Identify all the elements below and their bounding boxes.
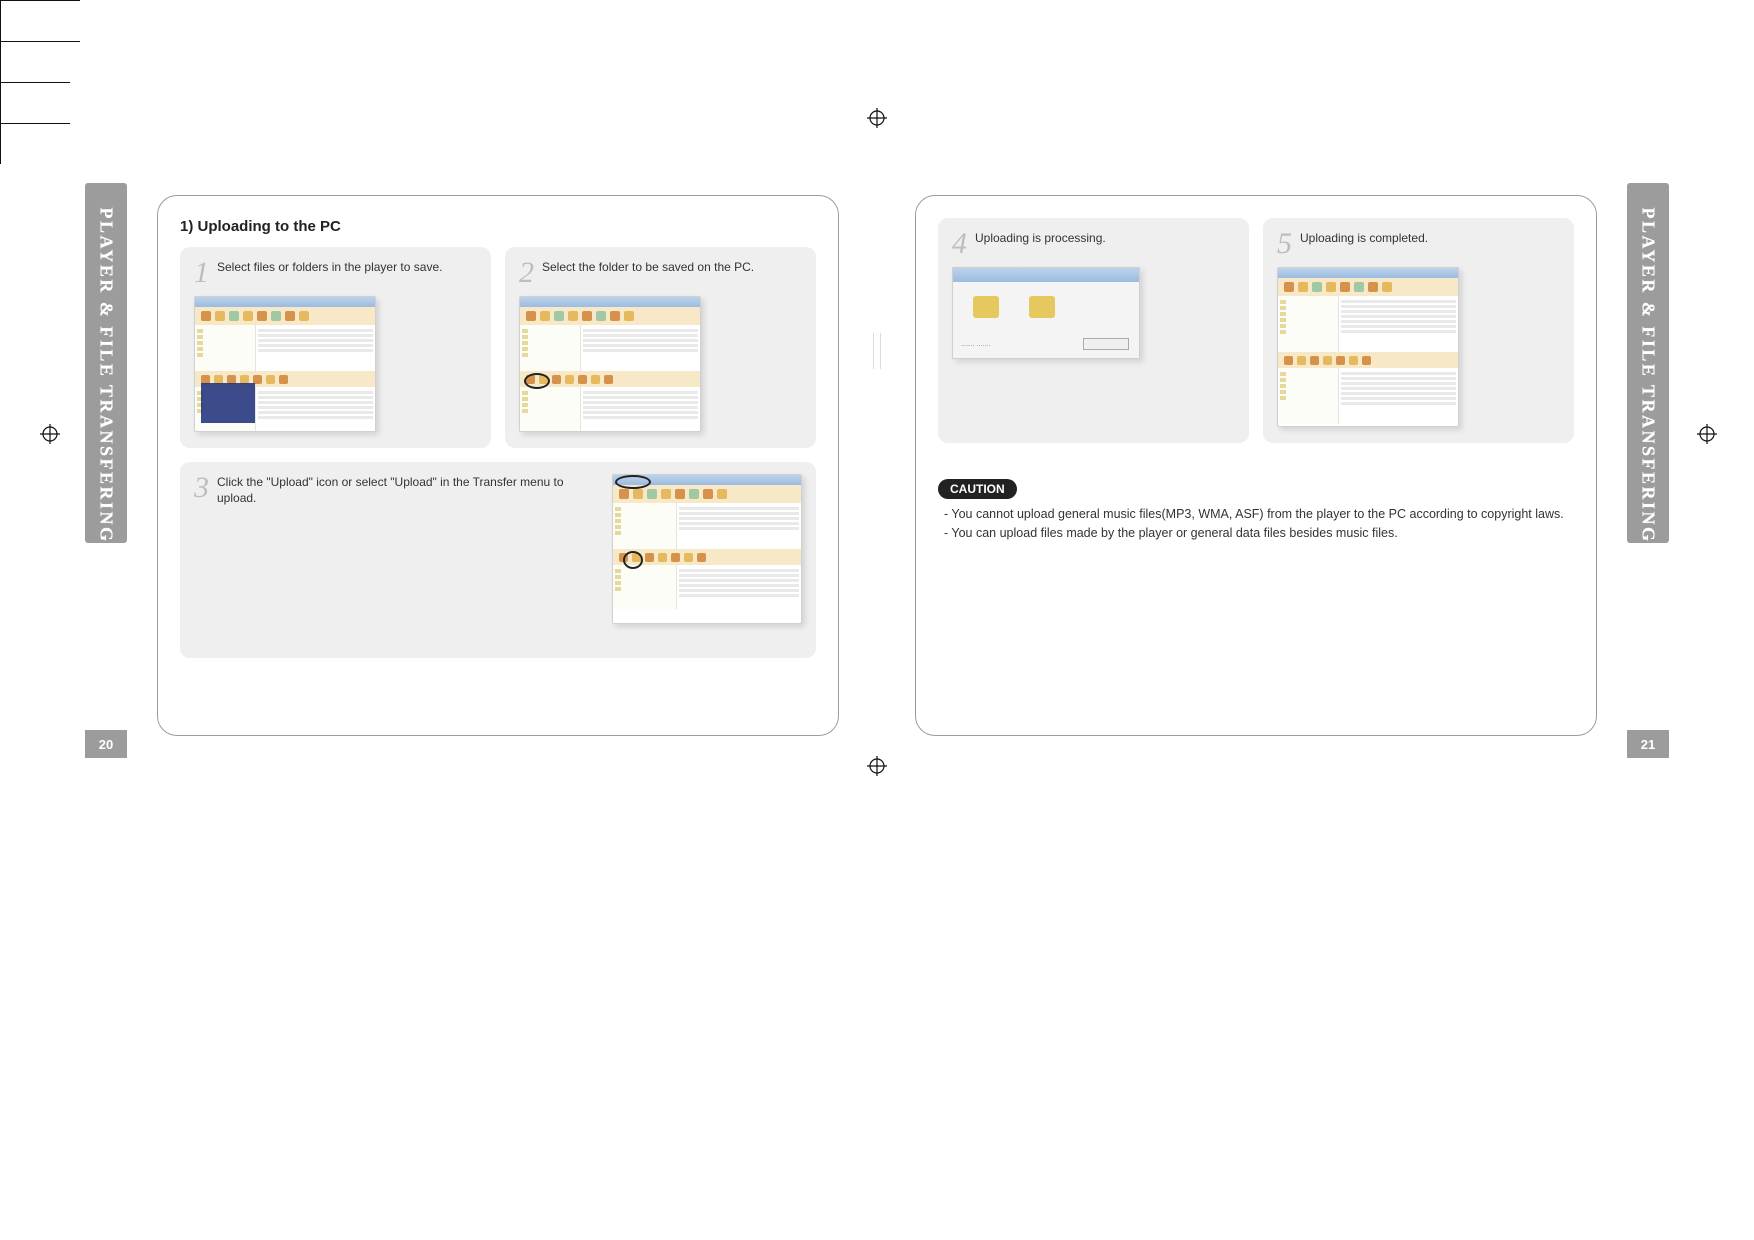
registration-mark-left [40,424,60,444]
step-number: 2 [519,259,534,286]
step-text: Uploading is processing. [975,230,1106,246]
step-number: 1 [194,259,209,286]
crop-mark [0,41,80,42]
section-tab-right: PLAYER & FILE TRANSFERING [1627,183,1669,543]
step-card-2: 2 Select the folder to be saved on the P… [505,247,816,448]
step-card-5: 5 Uploading is completed. [1263,218,1574,443]
step-text: Uploading is completed. [1300,230,1428,246]
section-tab-left: PLAYER & FILE TRANSFERING [85,183,127,543]
step-text: Click the "Upload" icon or select "Uploa… [217,474,596,506]
annotation-circle-icon [615,475,651,489]
section-title: 1) Uploading to the PC [180,218,816,235]
crop-mark [0,124,1,164]
page-left: PLAYER & FILE TRANSFERING 20 1) Uploadin… [85,183,877,758]
screenshot-step2 [519,296,701,432]
step-text: Select files or folders in the player to… [217,259,442,275]
step-row-2: 4 Uploading is processing. ....... .....… [938,218,1574,443]
screenshot-step3 [612,474,802,624]
section-tab-label: PLAYER & FILE TRANSFERING [96,208,117,544]
crop-mark [0,83,1,123]
content-panel-left: 1) Uploading to the PC 1 Select files or… [157,195,839,736]
crop-mark [0,0,80,1]
crop-mark [0,1,1,41]
crop-mark [0,42,1,82]
registration-mark-top [867,108,887,128]
annotation-circle-icon [623,551,643,569]
caution-block: CAUTION - You cannot upload general musi… [938,479,1574,544]
crop-mark [0,82,70,83]
step-number: 4 [952,230,967,257]
page-number-right: 21 [1627,730,1669,758]
screenshot-step5 [1277,267,1459,427]
caution-badge: CAUTION [938,479,1017,499]
step-number: 5 [1277,230,1292,257]
gutter-notch [873,333,881,369]
section-tab-label: PLAYER & FILE TRANSFERING [1638,208,1659,544]
registration-mark-right [1697,424,1717,444]
step-card-4: 4 Uploading is processing. ....... .....… [938,218,1249,443]
step-row-1: 1 Select files or folders in the player … [180,247,816,448]
page-spread: PLAYER & FILE TRANSFERING 20 1) Uploadin… [85,183,1669,758]
caution-item: - You cannot upload general music files(… [938,505,1574,524]
annotation-circle-icon [524,373,550,389]
registration-mark-bottom [867,756,887,776]
selection-highlight [201,383,255,423]
page-right: PLAYER & FILE TRANSFERING 21 4 Uploading… [877,183,1669,758]
step-card-3: 3 Click the "Upload" icon or select "Upl… [180,462,816,658]
step-text: Select the folder to be saved on the PC. [542,259,754,275]
screenshot-step4: ....... ....... [952,267,1140,359]
crop-mark [0,123,70,124]
caution-item: - You can upload files made by the playe… [938,524,1574,543]
content-panel-right: 4 Uploading is processing. ....... .....… [915,195,1597,736]
step-number: 3 [194,474,209,501]
caution-list: - You cannot upload general music files(… [938,505,1574,544]
screenshot-step1 [194,296,376,432]
page-number-left: 20 [85,730,127,758]
step-card-1: 1 Select files or folders in the player … [180,247,491,448]
